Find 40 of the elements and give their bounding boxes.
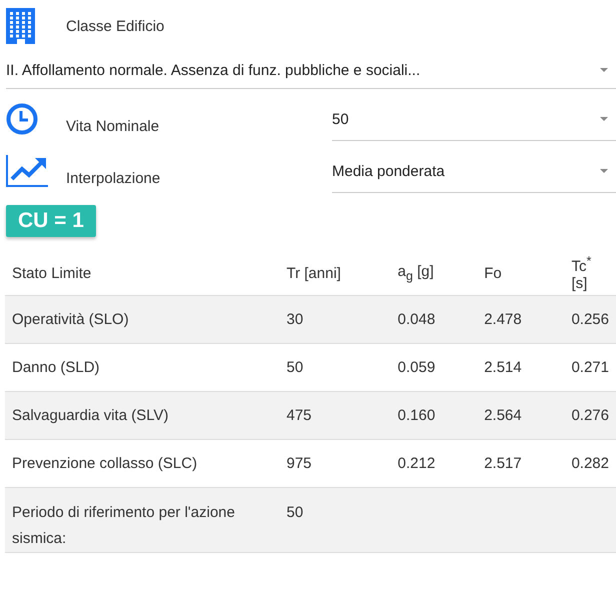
- field-label: Classe Edificio: [66, 18, 164, 34]
- table-cell: 0.256: [564, 296, 616, 344]
- table-cell: 975: [280, 440, 391, 488]
- table-cell: 2.564: [477, 392, 564, 440]
- table-cell: 0.160: [390, 392, 478, 440]
- table-cell: Prevenzione collasso (SLC): [5, 440, 280, 488]
- table-cell: 0.048: [390, 296, 478, 344]
- table-cell: Salvaguardia vita (SLV): [5, 392, 280, 440]
- caret-icon: [600, 117, 608, 121]
- clock-icon: [6, 103, 38, 135]
- table-cell: 0.276: [564, 392, 616, 440]
- table-cell: 2.514: [477, 344, 564, 392]
- column-header: Tc$^{*}$ [s]: [564, 251, 616, 296]
- caret-icon: [600, 68, 608, 72]
- table-cell: 50: [280, 344, 391, 392]
- column-header: a$_{g}$ [g]: [390, 251, 478, 296]
- table-cell: 50: [280, 488, 391, 552]
- table-cell: 2.517: [477, 440, 564, 488]
- column-header: Fo: [477, 251, 564, 296]
- dropdown-select[interactable]: Media ponderata: [332, 150, 616, 193]
- trend-icon: [6, 155, 48, 187]
- building-icon: [6, 8, 35, 44]
- table-cell: 0.059: [390, 344, 478, 392]
- column-header: Tr [anni]: [280, 251, 391, 296]
- table-cell: 2.478: [477, 296, 564, 344]
- table-cell: 475: [280, 392, 391, 440]
- field-label: Vita Nominale: [66, 118, 160, 135]
- dropdown-select[interactable]: 50: [332, 98, 616, 141]
- table-cell: Danno (SLD): [5, 344, 280, 392]
- table-cell: 0.212: [390, 440, 478, 488]
- table-cell: Periodo di riferimento per l'azione sismica:: [5, 488, 280, 552]
- field-label: Interpolazione: [66, 170, 160, 187]
- table-cell: 30: [280, 296, 391, 344]
- table-cell: 0.282: [564, 440, 616, 488]
- caret-icon: [600, 169, 608, 173]
- building-class-select[interactable]: II. Affollamento normale. Assenza di funz. pubbliche e sociali...: [6, 52, 616, 89]
- cu-badge: CU = 1: [6, 205, 96, 237]
- table-cell: 0.271: [564, 344, 616, 392]
- table-cell: Operatività (SLO): [5, 296, 280, 344]
- column-header: Stato Limite: [5, 251, 280, 296]
